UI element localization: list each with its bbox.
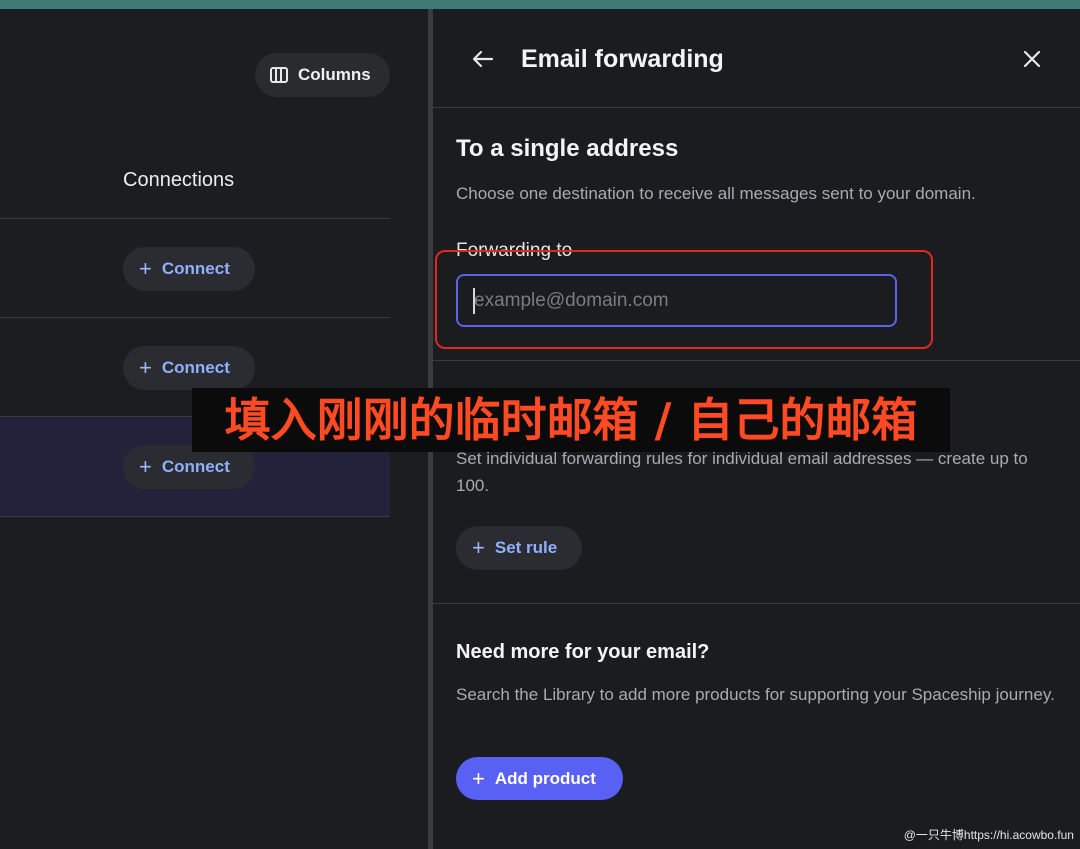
forwarding-to-label: Forwarding to xyxy=(456,240,573,261)
single-address-description: Choose one destination to receive all me… xyxy=(456,184,976,203)
set-rule-button[interactable]: + Set rule xyxy=(456,526,582,570)
connect-button[interactable]: + Connect xyxy=(123,247,255,291)
columns-label: Columns xyxy=(298,65,371,84)
plus-icon: + xyxy=(139,454,152,479)
plus-icon: + xyxy=(472,765,485,791)
watermark: @一只牛博https://hi.acowbo.fun xyxy=(903,828,1074,842)
close-icon[interactable] xyxy=(1020,47,1044,71)
text-cursor xyxy=(473,288,475,314)
panel-title: Email forwarding xyxy=(521,45,724,73)
connect-label: Connect xyxy=(161,457,230,476)
set-rule-label: Set rule xyxy=(494,538,558,557)
table-row: + Connect xyxy=(0,218,390,318)
divider xyxy=(433,360,1080,361)
plus-icon: + xyxy=(139,256,152,281)
plus-icon: + xyxy=(139,355,152,380)
divider xyxy=(433,603,1080,604)
forwarding-rules-description: Set individual forwarding rules for indi… xyxy=(456,449,1028,495)
connections-column-header: Connections xyxy=(123,169,235,191)
add-product-label: Add product xyxy=(494,768,596,788)
arrow-left-icon[interactable] xyxy=(471,47,495,71)
need-more-heading: Need more for your email? xyxy=(456,641,710,663)
connect-button[interactable]: + Connect xyxy=(123,346,255,390)
columns-icon xyxy=(270,67,288,83)
add-product-button[interactable]: + Add product xyxy=(456,757,623,800)
columns-button[interactable]: Columns xyxy=(255,53,390,97)
divider xyxy=(433,107,1080,108)
connect-label: Connect xyxy=(161,259,230,278)
annotation-caption: 填入刚刚的临时邮箱 / 自己的邮箱 xyxy=(192,388,950,452)
forwarding-email-input[interactable] xyxy=(456,274,897,327)
single-address-heading: To a single address xyxy=(456,135,679,162)
need-more-description: Search the Library to add more products … xyxy=(456,685,1055,704)
plus-icon: + xyxy=(472,535,485,560)
connect-label: Connect xyxy=(161,358,230,377)
top-bar xyxy=(0,0,1080,9)
